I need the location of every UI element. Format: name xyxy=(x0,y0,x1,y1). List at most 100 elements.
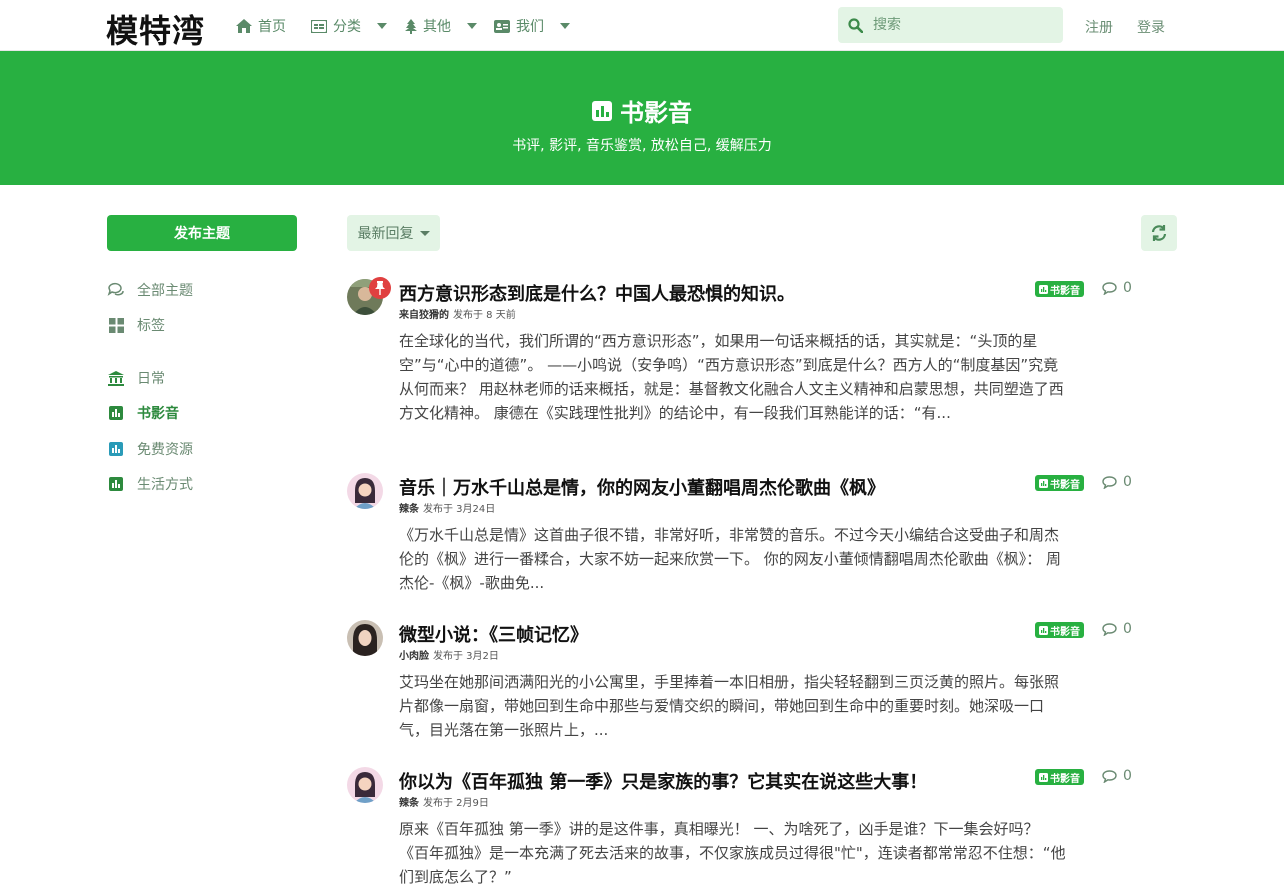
tag-label: 书影音 xyxy=(1050,626,1080,638)
refresh-icon xyxy=(1151,225,1167,241)
post-author[interactable]: 小肉脸 xyxy=(399,651,429,662)
sidebar-item-daily[interactable]: 日常 xyxy=(107,368,165,388)
sidebar-item-label: 全部主题 xyxy=(137,283,193,299)
tag-badge[interactable]: 书影音 xyxy=(1035,622,1084,638)
refresh-button[interactable] xyxy=(1141,215,1177,251)
discussion-item[interactable]: 音乐｜万水千山总是情，你的网友小董翻唱周杰伦歌曲《枫》 辣条 发布于 3月24日 … xyxy=(347,473,1137,598)
tag-label: 书影音 xyxy=(1050,479,1080,491)
category-hero: 书影音 书评, 影评, 音乐鉴赏, 放松自己, 缓解压力 xyxy=(0,51,1284,185)
post-title[interactable]: 西方意识形态到底是什么？中国人最恐惧的知识。 xyxy=(399,280,795,306)
post-author[interactable]: 辣条 xyxy=(399,504,419,515)
sidebar-item-books-movies-music[interactable]: 书影音 xyxy=(107,403,179,423)
search-icon xyxy=(848,17,863,33)
tree-icon xyxy=(405,18,417,34)
post-title[interactable]: 你以为《百年孤独 第一季》只是家族的事？它其实在说这些大事！ xyxy=(399,768,927,794)
search-box[interactable] xyxy=(838,7,1063,43)
tag-badge[interactable]: 书影音 xyxy=(1035,281,1084,297)
nav-other[interactable]: 其他 xyxy=(405,16,477,36)
avatar[interactable] xyxy=(347,473,383,509)
comments-icon xyxy=(107,281,125,299)
top-header: 模特湾 首页 分类 其他 我们 注册 登录 xyxy=(0,0,1284,51)
comment-icon xyxy=(1102,475,1117,489)
chart-icon xyxy=(107,475,125,493)
sidebar-item-label: 书影音 xyxy=(137,406,179,422)
avatar[interactable] xyxy=(347,620,383,656)
chart-icon xyxy=(1039,478,1048,488)
reply-count: 0 xyxy=(1102,621,1132,637)
chart-icon xyxy=(107,404,125,422)
post-meta: 来自狡猾的 发布于 8 天前 xyxy=(399,306,516,321)
post-time: 发布于 8 天前 xyxy=(453,310,516,321)
comment-icon xyxy=(1102,281,1117,295)
post-excerpt: 在全球化的当代，我们所谓的“西方意识形态”，如果用一句话来概括的话，其实就是：“… xyxy=(399,332,1064,422)
reply-count: 0 xyxy=(1102,280,1132,296)
publish-topic-button[interactable]: 发布主题 xyxy=(107,215,297,251)
reply-count: 0 xyxy=(1102,474,1132,490)
sort-label: 最新回复 xyxy=(357,226,414,242)
reply-count-value: 0 xyxy=(1123,474,1132,490)
hero-title: 书影音 xyxy=(0,93,1284,128)
tag-badge[interactable]: 书影音 xyxy=(1035,769,1084,785)
post-meta: 辣条 发布于 2月9日 xyxy=(399,794,489,809)
reply-count-value: 0 xyxy=(1123,621,1132,637)
comment-icon xyxy=(1102,622,1117,636)
chart-icon xyxy=(592,100,612,121)
list-icon xyxy=(311,19,327,33)
chevron-down-icon xyxy=(560,23,570,29)
tag-label: 书影音 xyxy=(1050,285,1080,297)
post-time: 发布于 2月9日 xyxy=(423,798,489,809)
login-link[interactable]: 登录 xyxy=(1137,17,1165,37)
chevron-down-icon xyxy=(377,23,387,29)
id-card-icon xyxy=(494,19,510,33)
sidebar-item-lifestyle[interactable]: 生活方式 xyxy=(107,474,193,494)
chevron-down-icon xyxy=(467,23,477,29)
post-time: 发布于 3月2日 xyxy=(433,651,499,662)
discussion-item[interactable]: 西方意识形态到底是什么？中国人最恐惧的知识。 来自狡猾的 发布于 8 天前 书影音… xyxy=(347,277,1137,449)
home-icon xyxy=(236,19,252,33)
nav-home[interactable]: 首页 xyxy=(236,16,286,36)
post-excerpt: 艾玛坐在她那间洒满阳光的小公寓里，手里捧着一本旧相册，指尖轻轻翻到三页泛黄的照片… xyxy=(399,673,1060,739)
tag-badge[interactable]: 书影音 xyxy=(1035,475,1084,491)
discussion-item[interactable]: 你以为《百年孤独 第一季》只是家族的事？它其实在说这些大事！ 辣条 发布于 2月9… xyxy=(347,767,1137,886)
post-title[interactable]: 微型小说：《三帧记忆》 xyxy=(399,621,588,647)
chart-icon xyxy=(1039,772,1048,782)
avatar[interactable] xyxy=(347,767,383,803)
search-input[interactable] xyxy=(871,16,1055,34)
tag-label: 书影音 xyxy=(1050,773,1080,785)
post-meta: 小肉脸 发布于 3月2日 xyxy=(399,647,499,662)
sidebar-item-label: 免费资源 xyxy=(137,442,193,458)
sort-dropdown[interactable]: 最新回复 xyxy=(347,215,440,251)
pin-icon xyxy=(369,277,391,299)
nav-home-label: 首页 xyxy=(258,19,286,35)
sidebar-item-all-topics[interactable]: 全部主题 xyxy=(107,280,193,300)
post-excerpt: 原来《百年孤独 第一季》讲的是这件事，真相曝光！ 一、为啥死了，凶手是谁？下一集… xyxy=(399,820,1066,886)
sidebar-item-label: 标签 xyxy=(137,318,165,334)
grid-icon xyxy=(107,316,125,334)
sidebar-item-label: 生活方式 xyxy=(137,477,193,493)
chart-icon xyxy=(1039,284,1048,294)
nav-category-label: 分类 xyxy=(333,19,361,35)
nav-other-label: 其他 xyxy=(423,19,451,35)
discussion-item[interactable]: 微型小说：《三帧记忆》 小肉脸 发布于 3月2日 书影音 0 艾玛坐在她那间洒满阳… xyxy=(347,620,1137,745)
post-author[interactable]: 来自狡猾的 xyxy=(399,310,449,321)
nav-category[interactable]: 分类 xyxy=(311,16,387,36)
hero-title-text: 书影音 xyxy=(620,99,692,127)
post-meta: 辣条 发布于 3月24日 xyxy=(399,500,495,515)
comment-icon xyxy=(1102,769,1117,783)
reply-count-value: 0 xyxy=(1123,280,1132,296)
post-title[interactable]: 音乐｜万水千山总是情，你的网友小董翻唱周杰伦歌曲《枫》 xyxy=(399,474,885,500)
post-author[interactable]: 辣条 xyxy=(399,798,419,809)
sidebar-item-free-resources[interactable]: 免费资源 xyxy=(107,439,193,459)
nav-about[interactable]: 我们 xyxy=(494,16,570,36)
register-link[interactable]: 注册 xyxy=(1085,17,1113,37)
post-excerpt: 《万水千山总是情》这首曲子很不错，非常好听，非常赞的音乐。不过今天小编结合这受曲… xyxy=(399,526,1062,592)
post-time: 发布于 3月24日 xyxy=(423,504,496,515)
sidebar-item-tags[interactable]: 标签 xyxy=(107,315,165,335)
sidebar-item-label: 日常 xyxy=(137,371,165,387)
bank-icon xyxy=(107,369,125,387)
nav-about-label: 我们 xyxy=(516,19,544,35)
site-logo[interactable]: 模特湾 xyxy=(106,6,205,52)
chart-icon xyxy=(107,440,125,458)
chart-icon xyxy=(1039,625,1048,635)
chevron-down-icon xyxy=(419,230,430,236)
